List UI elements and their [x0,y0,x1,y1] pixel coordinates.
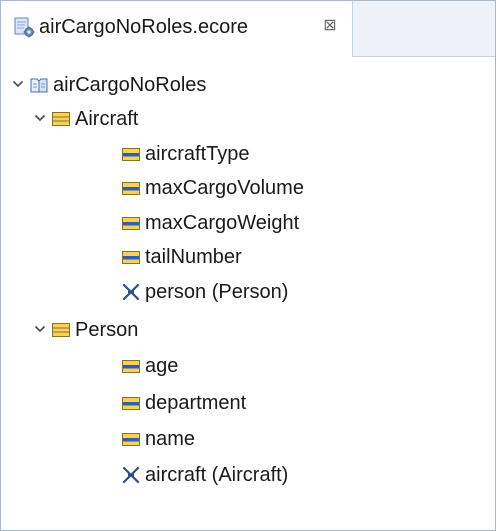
epackage-icon [29,76,49,94]
tree-item-reference[interactable]: aircraft (Aircraft) [1,459,495,493]
close-icon[interactable]: ⊠ [321,15,339,35]
tree-item-label: aircraft (Aircraft) [145,464,289,486]
eattribute-icon [121,214,141,232]
tree-item-label: age [145,355,179,377]
tree-item-attribute[interactable]: age [1,350,495,384]
eattribute-icon [121,394,141,412]
chevron-down-icon[interactable] [33,111,47,125]
ereference-icon [121,466,141,484]
tree-item-label: name [145,428,196,450]
eattribute-icon [121,430,141,448]
tree-item-label: maxCargoWeight [145,212,300,234]
tree-item-label: person (Person) [145,281,289,303]
tree-item-label: maxCargoVolume [145,177,304,199]
eattribute-icon [121,248,141,266]
tree-item-label: Aircraft [75,108,139,130]
ecore-editor-window: airCargoNoRoles.ecore ⊠ airCargoNoRoles [0,0,496,531]
eclass-icon [51,110,71,128]
tree-item-attribute[interactable]: tailNumber [1,241,495,275]
tree-item-label: aircraftType [145,143,250,165]
editor-tab[interactable]: airCargoNoRoles.ecore ⊠ [1,1,353,57]
tree-item-attribute[interactable]: aircraftType [1,138,495,172]
eclass-icon [51,321,71,339]
tree-item-attribute[interactable]: maxCargoWeight [1,207,495,241]
editor-tab-bar: airCargoNoRoles.ecore ⊠ [1,1,495,57]
tree-item-attribute[interactable]: maxCargoVolume [1,172,495,206]
tree-item-attribute[interactable]: department [1,387,495,421]
ecore-file-icon [13,16,35,38]
chevron-down-icon[interactable] [11,77,25,91]
eattribute-icon [121,145,141,163]
eattribute-icon [121,179,141,197]
tree-item-class-person[interactable]: Person [1,314,495,348]
editor-tab-title: airCargoNoRoles.ecore [39,16,248,38]
tree-item-label: airCargoNoRoles [53,74,207,96]
eattribute-icon [121,357,141,375]
ereference-icon [121,283,141,301]
tree-item-label: Person [75,319,139,341]
tree-item-attribute[interactable]: name [1,423,495,457]
tree-item-class-aircraft[interactable]: Aircraft [1,103,495,137]
tree-item-label: department [145,392,247,414]
tree-item-label: tailNumber [145,246,242,268]
tree-item-package[interactable]: airCargoNoRoles [1,69,495,103]
tree-item-reference[interactable]: person (Person) [1,276,495,310]
chevron-down-icon[interactable] [33,322,47,336]
